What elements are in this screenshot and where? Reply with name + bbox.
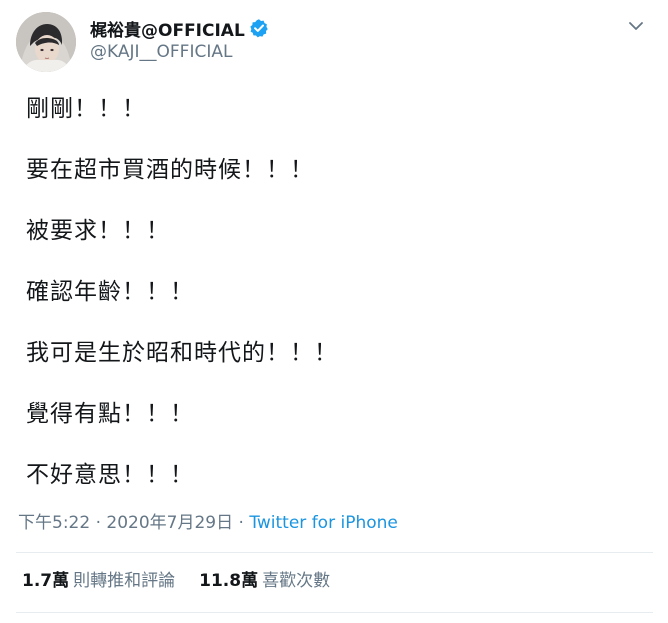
divider	[16, 552, 653, 553]
user-avatar-icon	[16, 12, 76, 72]
tweet-text: 剛剛！！！ 要在超市買酒的時候！！！ 被要求！！！ 確認年齡！！！ 我可是生於昭…	[26, 92, 646, 519]
likes-stat[interactable]: 11.8萬 喜歡次數	[199, 569, 330, 593]
tweet-text-line: 不好意思！！！	[26, 462, 194, 488]
tweet-text-line: 要在超市買酒的時候！！！	[26, 157, 314, 183]
tweet-card: 梶裕貴@OFFICIAL @KAJI__OFFICIAL 剛剛！！！ 要在超市買…	[0, 0, 668, 623]
display-name[interactable]: 梶裕貴@OFFICIAL	[90, 16, 245, 41]
tweet-text-line: 我可是生於昭和時代的！！！	[26, 340, 338, 366]
verified-badge-icon	[249, 18, 269, 38]
chevron-down-icon[interactable]	[626, 16, 646, 36]
tweet-text-line: 確認年齡！！！	[26, 279, 194, 305]
retweets-count: 1.7萬	[22, 571, 70, 591]
tweet-meta: 下午5:22 · 2020年7月29日 · Twitter for iPhone	[18, 511, 398, 535]
likes-label: 喜歡次數	[262, 571, 331, 591]
tweet-source-link[interactable]: Twitter for iPhone	[249, 513, 398, 533]
tweet-text-line: 覺得有點！！！	[26, 401, 194, 427]
tweet-text-line: 被要求！！！	[26, 218, 170, 244]
name-row: 梶裕貴@OFFICIAL	[90, 16, 269, 41]
tweet-timestamp[interactable]: 下午5:22 · 2020年7月29日 ·	[18, 513, 249, 533]
retweets-label: 則轉推和評論	[73, 571, 176, 591]
tweet-stats: 1.7萬 則轉推和評論 11.8萬 喜歡次數	[22, 569, 330, 593]
user-handle[interactable]: @KAJI__OFFICIAL	[90, 42, 269, 62]
likes-count: 11.8萬	[199, 571, 259, 591]
divider	[16, 612, 653, 613]
tweet-text-line: 剛剛！！！	[26, 96, 146, 122]
avatar[interactable]	[16, 12, 76, 72]
user-info: 梶裕貴@OFFICIAL @KAJI__OFFICIAL	[90, 16, 269, 62]
retweets-stat[interactable]: 1.7萬 則轉推和評論	[22, 569, 175, 593]
